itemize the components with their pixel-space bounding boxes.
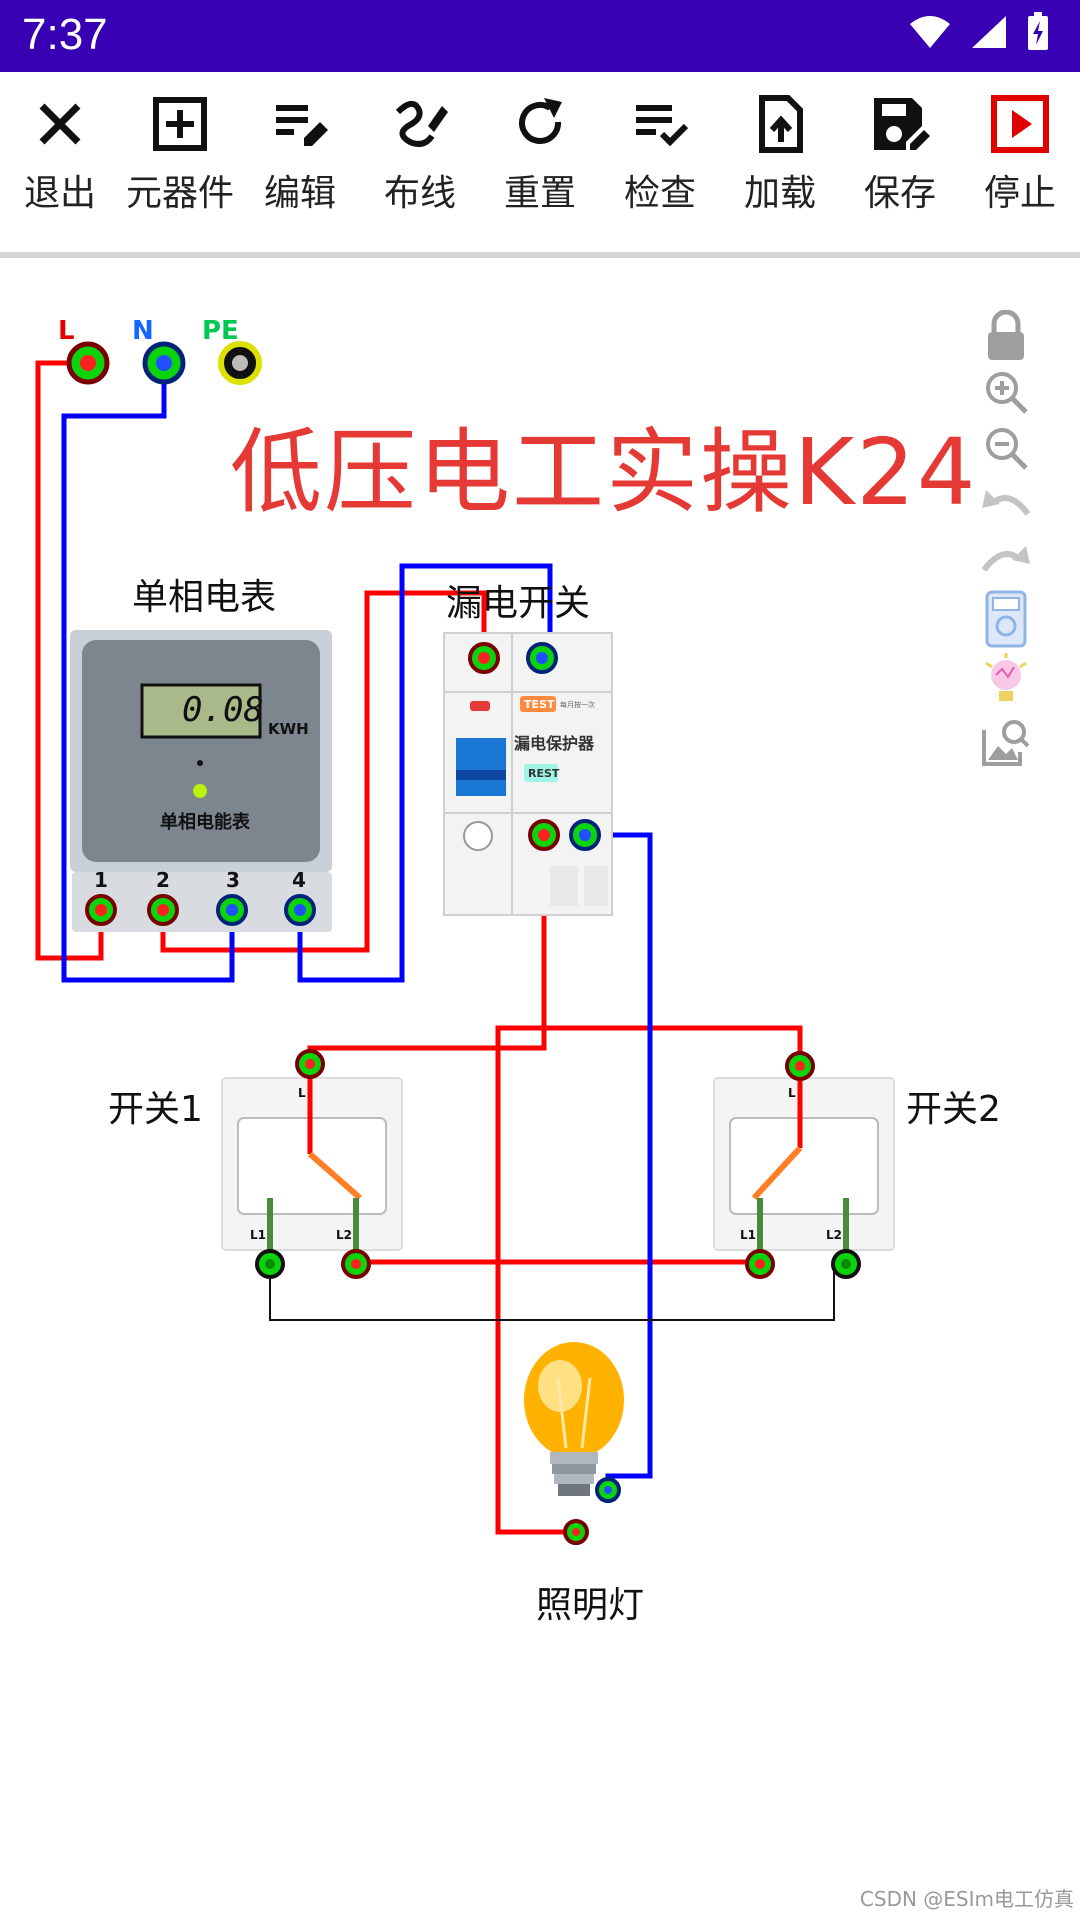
stop-button[interactable]: 停止 [960, 92, 1080, 242]
switch1-terminal-l [295, 1049, 325, 1079]
rcd-note: 每月按一次 [560, 701, 595, 709]
switch1-label: 开关1 [108, 1089, 203, 1130]
switch2-terminal-l2 [831, 1249, 861, 1279]
zoom-in-button[interactable] [976, 364, 1036, 420]
meter-label: 单相电表 [132, 577, 277, 618]
wifi-icon [910, 16, 950, 48]
meter-reading: 0.08 [182, 690, 264, 730]
side-toolbar [976, 308, 1036, 772]
meter-terminal-label-1: 1 [94, 868, 108, 892]
edit-label: 编辑 [263, 173, 336, 214]
edit-button[interactable]: 编辑 [240, 92, 360, 242]
meter-terminal-label-2: 2 [156, 868, 170, 892]
terminal-screws [66, 341, 861, 1545]
lock-icon [988, 310, 1024, 360]
rcd-terminal-in-l [468, 642, 500, 674]
circuit-canvas[interactable]: L N PE 低压电工实操K24 单相电表 0.08 KWH 单相电能表 1 2… [0, 258, 1080, 1920]
light-bulb [524, 1342, 624, 1496]
rcd-terminal-in-n [526, 642, 558, 674]
watermark: CSDN @ESIm电工仿真 [859, 1887, 1074, 1911]
zoom-in-icon [986, 372, 1028, 414]
switch1-l1-label: L1 [250, 1228, 266, 1242]
add-box-icon [153, 97, 207, 151]
switch1-l-label: L [298, 1086, 306, 1100]
wiring-label: 布线 [383, 173, 456, 214]
meter-terminal-2 [147, 894, 179, 926]
load-button[interactable]: 加载 [720, 92, 840, 242]
undo-icon [982, 490, 1031, 516]
reset-label: 重置 [503, 173, 576, 214]
components-label: 元器件 [125, 173, 234, 214]
checklist-icon [636, 105, 689, 147]
meter-terminal-label-4: 4 [292, 868, 306, 892]
rcd-terminal-out-n [569, 819, 601, 851]
save-edit-icon [874, 98, 930, 150]
save-button[interactable]: 保存 [840, 92, 960, 242]
signal-icon [972, 16, 1006, 48]
battery-charging-icon [1028, 12, 1048, 50]
status-bar: 7:37 [0, 0, 1080, 72]
exit-label: 退出 [23, 173, 96, 214]
meter-unit: KWH [268, 720, 309, 738]
stop-label: 停止 [983, 173, 1056, 214]
undo-button[interactable] [976, 476, 1036, 532]
live-wires [35, 360, 803, 1535]
redo-button[interactable] [976, 532, 1036, 588]
save-label: 保存 [863, 173, 936, 214]
rcd-test-button[interactable]: TEST [524, 698, 554, 711]
stop-play-icon [991, 95, 1049, 153]
rcd-label: 漏电开关 [446, 583, 591, 624]
redo-icon [981, 546, 1030, 572]
refresh-icon [519, 98, 562, 144]
switch2-terminal-l [785, 1051, 815, 1081]
meter-terminal-label-3: 3 [226, 868, 240, 892]
terminal-l [66, 341, 110, 385]
switch1-l2-label: L2 [336, 1228, 352, 1242]
check-label: 检查 [623, 173, 696, 214]
reset-button[interactable]: 重置 [480, 92, 600, 242]
multimeter-button[interactable] [976, 588, 1036, 650]
meter-terminal-4 [284, 894, 316, 926]
meter-terminal-1 [85, 894, 117, 926]
bulb-icon [985, 653, 1027, 701]
switch2-terminal-l1 [745, 1249, 775, 1279]
components-button[interactable]: 元器件 [120, 92, 240, 242]
upload-file-icon [759, 95, 803, 153]
switch-1 [221, 1064, 403, 1264]
switch2-l2-label: L2 [826, 1228, 842, 1242]
rcd-reset-button[interactable]: REST [528, 767, 559, 780]
rcd-name: 漏电保护器 [514, 734, 595, 753]
switch2-l1-label: L1 [740, 1228, 756, 1242]
close-icon [39, 103, 81, 145]
image-search-icon [982, 720, 1030, 766]
switch2-l-label: L [788, 1086, 796, 1100]
meter-name: 单相电能表 [160, 812, 250, 833]
terminal-pe [218, 341, 262, 385]
exit-button[interactable]: 退出 [0, 92, 120, 242]
terminal-n [142, 341, 186, 385]
lock-button[interactable] [976, 308, 1036, 364]
wire-draw-icon [395, 100, 448, 147]
multimeter-icon [985, 590, 1027, 648]
load-label: 加载 [743, 173, 816, 214]
switch1-terminal-l1 [255, 1249, 285, 1279]
status-time: 7:37 [22, 10, 108, 59]
toolbar: 退出 元器件 编辑 布线 重置 检查 加载 保存 停止 [0, 72, 1080, 258]
edit-list-icon [276, 105, 328, 146]
lamp-terminal-l [563, 1519, 589, 1545]
zoom-out-button[interactable] [976, 420, 1036, 476]
switch2-label: 开关2 [906, 1089, 1001, 1130]
bulb-tool-button[interactable] [976, 650, 1036, 712]
check-button[interactable]: 检查 [600, 92, 720, 242]
lamp-terminal-n [595, 1477, 621, 1503]
lamp-label: 照明灯 [536, 1585, 645, 1626]
wiring-button[interactable]: 布线 [360, 92, 480, 242]
switch1-terminal-l2 [341, 1249, 371, 1279]
zoom-out-icon [986, 428, 1028, 470]
meter-terminal-3 [216, 894, 248, 926]
image-search-button[interactable] [976, 712, 1036, 772]
rcd-terminal-out-l [528, 819, 560, 851]
